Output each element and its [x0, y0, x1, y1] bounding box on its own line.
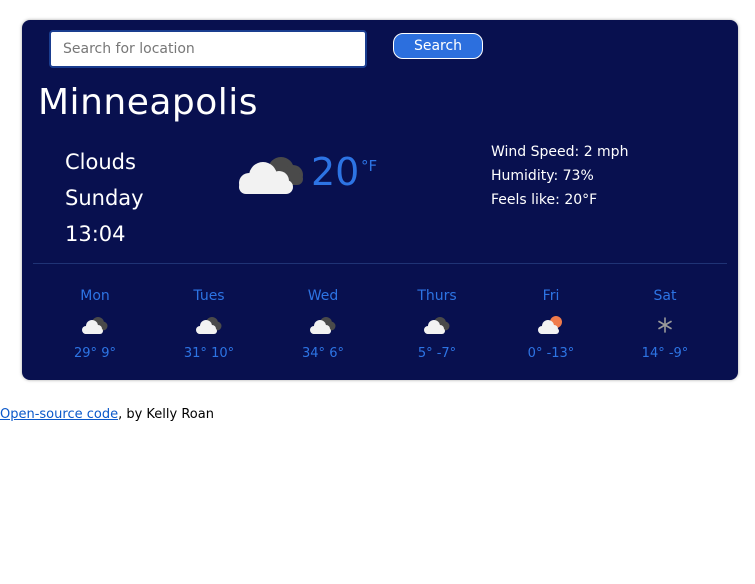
- search-input[interactable]: [49, 30, 367, 68]
- current-temperature: 20: [311, 150, 360, 194]
- forecast-day: Sat 14° -9°: [608, 288, 722, 361]
- forecast-day-name: Thurs: [417, 288, 457, 304]
- clouds-icon: [38, 310, 152, 340]
- current-time: 13:04: [65, 222, 126, 246]
- forecast-temps: 5° -7°: [417, 346, 457, 361]
- humidity: Humidity: 73%: [491, 168, 594, 184]
- wind-speed: Wind Speed: 2 mph: [491, 144, 629, 160]
- forecast-day: Wed 34° 6°: [266, 288, 380, 361]
- forecast-temps: 34° 6°: [302, 346, 344, 361]
- forecast-day-name: Fri: [542, 288, 560, 304]
- weather-card: Search Minneapolis Clouds Sunday 13:04 2…: [22, 20, 738, 380]
- weather-description: Clouds: [65, 150, 136, 174]
- city-name: Minneapolis: [38, 82, 259, 123]
- forecast-day-name: Tues: [193, 288, 225, 304]
- current-day: Sunday: [65, 186, 144, 210]
- temperature-unit[interactable]: °F: [361, 157, 377, 175]
- forecast-temps: 31° 10°: [183, 346, 235, 361]
- forecast-temps: 0° -13°: [527, 346, 575, 361]
- forecast-day: Thurs 5° -7°: [380, 288, 494, 361]
- forecast-day-name: Wed: [307, 288, 339, 304]
- forecast-day: Fri 0° -13°: [494, 288, 608, 361]
- clouds-icon: [235, 148, 309, 202]
- footer-credit: , by Kelly Roan: [118, 407, 214, 422]
- divider: [33, 263, 727, 264]
- forecast-day-name: Mon: [80, 288, 110, 304]
- search-button[interactable]: Search: [393, 33, 483, 59]
- forecast-temps: 14° -9°: [641, 346, 689, 361]
- clouds-icon: [152, 310, 266, 340]
- footer: Open-source code, by Kelly Roan: [0, 407, 214, 422]
- weather-details: Wind Speed: 2 mph Humidity: 73% Feels li…: [491, 140, 628, 212]
- feels-like: Feels like: 20°F: [491, 192, 598, 208]
- clouds-icon: [380, 310, 494, 340]
- forecast-day: Tues 31° 10°: [152, 288, 266, 361]
- source-code-link[interactable]: Open-source code: [0, 407, 118, 422]
- clouds-icon: [266, 310, 380, 340]
- forecast-day: Mon 29° 9°: [38, 288, 152, 361]
- forecast-row: Mon 29° 9° Tues 31° 10° Wed 34° 6° Thurs: [38, 288, 722, 361]
- forecast-day-name: Sat: [653, 288, 677, 304]
- forecast-temps: 29° 9°: [74, 346, 116, 361]
- partly-sunny-icon: [494, 310, 608, 340]
- current-info: Clouds Sunday 13:04: [65, 144, 144, 252]
- snowflake-icon: [608, 310, 722, 340]
